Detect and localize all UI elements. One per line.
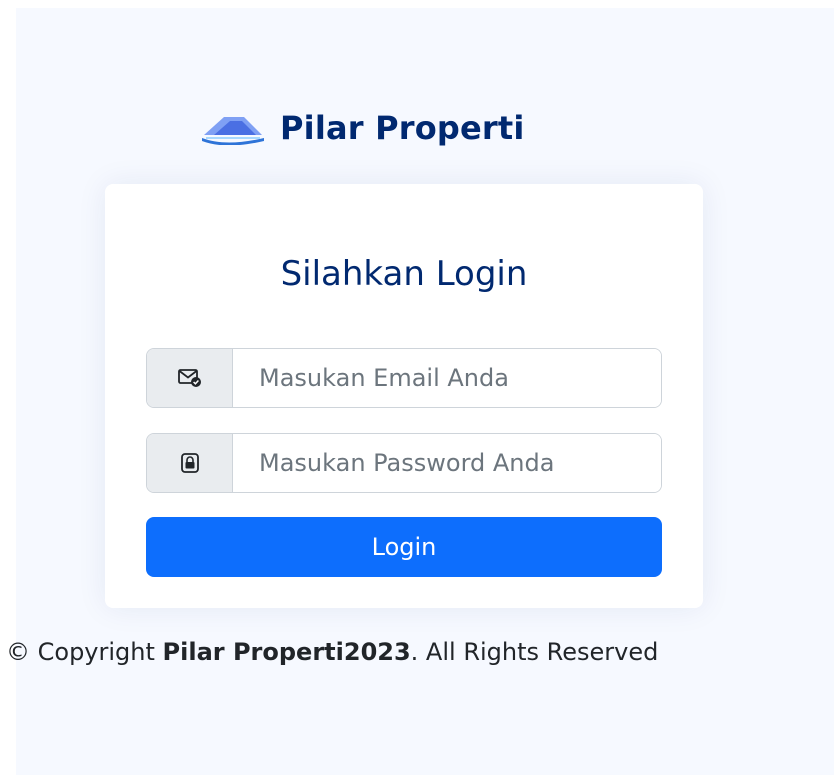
copyright-brand-year: Pilar Properti2023	[162, 638, 411, 666]
login-title: Silahkan Login	[280, 254, 528, 294]
copyright-footer: © Copyright Pilar Properti2023. All Righ…	[6, 632, 826, 672]
email-input-group	[146, 348, 662, 408]
email-input[interactable]	[233, 349, 661, 407]
login-button[interactable]: Login	[146, 517, 662, 577]
copyright-suffix: . All Rights Reserved	[410, 638, 659, 666]
house-roof-logo-icon	[202, 117, 264, 145]
brand-name: Pilar Properti	[280, 109, 525, 147]
copyright-prefix: © Copyright	[6, 638, 163, 666]
password-input-group	[146, 433, 662, 493]
brand[interactable]: Pilar Properti	[200, 100, 525, 156]
email-addon	[147, 349, 233, 407]
password-input[interactable]	[233, 434, 661, 492]
password-addon	[147, 434, 233, 492]
lock-icon	[180, 453, 199, 473]
envelope-check-icon	[177, 369, 201, 387]
